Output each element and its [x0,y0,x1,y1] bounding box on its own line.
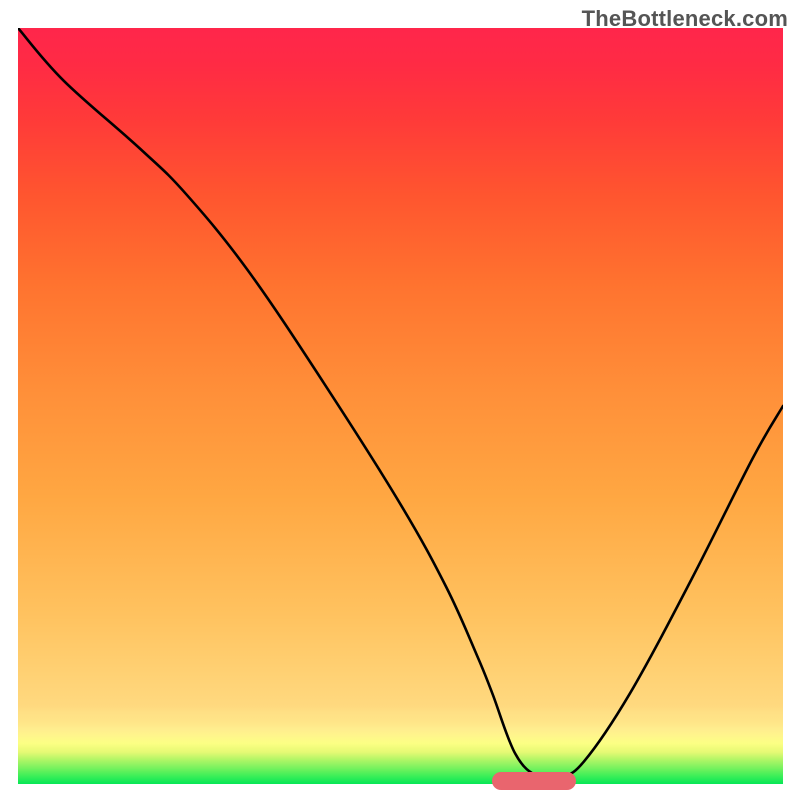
chart-wrapper: TheBottleneck.com [0,0,800,800]
bottleneck-curve-svg [18,28,783,784]
optimal-range-marker [492,772,576,790]
plot-area [18,28,783,784]
bottleneck-curve-path [18,28,783,779]
